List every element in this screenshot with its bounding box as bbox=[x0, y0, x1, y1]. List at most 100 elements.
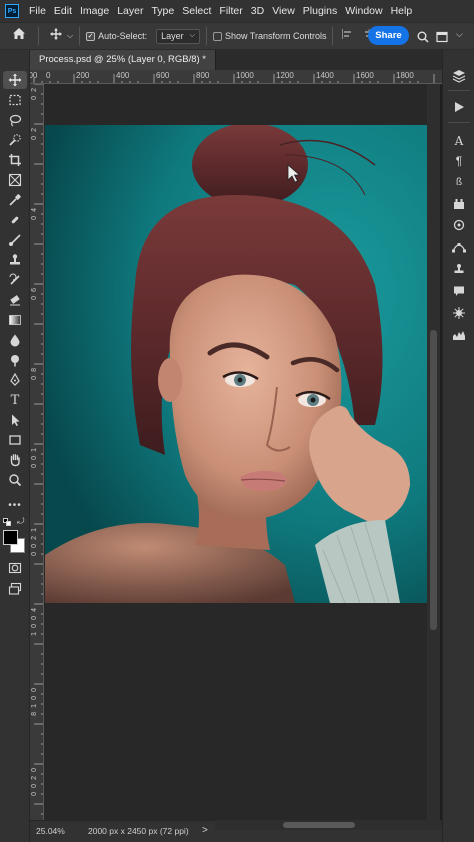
ruler-label: 1 bbox=[31, 448, 38, 452]
default-colors-icon[interactable] bbox=[3, 518, 11, 526]
marquee-tool-icon[interactable] bbox=[3, 91, 27, 109]
type-tool-icon[interactable]: T bbox=[3, 391, 27, 409]
divider bbox=[205, 27, 207, 45]
histogram-icon[interactable] bbox=[448, 326, 470, 344]
character-icon[interactable]: A bbox=[448, 132, 470, 150]
show-transform-controls-label: Show Transform Controls bbox=[224, 31, 327, 41]
screen-mode-icon[interactable] bbox=[3, 580, 27, 598]
menu-image[interactable]: Image bbox=[76, 0, 113, 22]
ruler-label: 400 bbox=[116, 71, 130, 80]
menu-edit[interactable]: Edit bbox=[50, 0, 76, 22]
blur-tool-icon[interactable] bbox=[3, 331, 27, 349]
ruler-label: 4 bbox=[31, 608, 38, 612]
horizontal-ruler[interactable]: 200 0 200 400 600 800 1000 1200 1400 160… bbox=[30, 70, 442, 84]
ruler-label: 8 bbox=[31, 368, 38, 372]
brush-tool-icon[interactable] bbox=[3, 231, 27, 249]
chevron-down-icon[interactable]: ⌵ bbox=[67, 31, 73, 41]
tools-panel: T ••• ⤾ bbox=[0, 50, 30, 842]
menu-window[interactable]: Window bbox=[341, 0, 386, 22]
crop-tool-icon[interactable] bbox=[3, 151, 27, 169]
document-image[interactable] bbox=[45, 125, 427, 603]
menu-view[interactable]: View bbox=[268, 0, 299, 22]
clone-stamp-tool-icon[interactable] bbox=[3, 251, 27, 269]
vertical-ruler[interactable]: 2 0 2 0 4 0 6 0 8 0 1 0 0 1 2 0 0 4 0 0 … bbox=[30, 84, 44, 820]
divider bbox=[79, 27, 81, 45]
ruler-label: 4 bbox=[31, 208, 38, 212]
chevron-down-icon[interactable]: ⌵ bbox=[456, 29, 463, 40]
show-transform-controls-checkbox[interactable] bbox=[212, 31, 222, 41]
glyphs-icon[interactable]: ß bbox=[448, 173, 470, 191]
search-icon[interactable] bbox=[417, 30, 429, 48]
menu-bar: Ps File Edit Image Layer Type Select Fil… bbox=[0, 0, 474, 22]
healing-brush-tool-icon[interactable] bbox=[3, 211, 27, 229]
paragraph-icon[interactable]: ¶ bbox=[448, 152, 470, 170]
menu-file[interactable]: File bbox=[25, 0, 50, 22]
quick-mask-icon[interactable] bbox=[3, 559, 27, 577]
move-tool-options-icon[interactable] bbox=[49, 27, 63, 46]
document-tab[interactable]: Process.psd @ 25% (Layer 0, RGB/8) * bbox=[30, 50, 216, 70]
align-left-icon[interactable] bbox=[341, 27, 353, 45]
properties-icon[interactable] bbox=[448, 195, 470, 213]
play-icon[interactable] bbox=[448, 98, 470, 116]
ruler-label: 0 bbox=[31, 376, 38, 380]
photoshop-logo[interactable]: Ps bbox=[5, 4, 19, 18]
ruler-label: 0 bbox=[31, 296, 38, 300]
dodge-tool-icon[interactable] bbox=[3, 351, 27, 369]
ruler-label: 0 bbox=[31, 216, 38, 220]
menu-plugins[interactable]: Plugins bbox=[299, 0, 341, 22]
pen-tool-icon[interactable] bbox=[3, 371, 27, 389]
paths-icon[interactable] bbox=[448, 238, 470, 256]
ruler-label: 800 bbox=[196, 71, 210, 80]
zoom-level[interactable]: 25.04% bbox=[36, 826, 65, 836]
ruler-label: 2 bbox=[31, 88, 38, 92]
gradient-tool-icon[interactable] bbox=[3, 311, 27, 329]
home-icon[interactable] bbox=[12, 27, 26, 45]
ruler-label: 0 bbox=[31, 688, 38, 692]
canvas-area[interactable] bbox=[44, 84, 427, 820]
3d-icon[interactable] bbox=[448, 216, 470, 234]
menu-3d[interactable]: 3D bbox=[247, 0, 268, 22]
move-tool-icon[interactable] bbox=[3, 71, 27, 89]
status-menu-arrow-icon[interactable]: > bbox=[202, 825, 208, 836]
menu-help[interactable]: Help bbox=[387, 0, 417, 22]
menu-type[interactable]: Type bbox=[147, 0, 178, 22]
auto-select-checkbox[interactable]: ✓ bbox=[86, 31, 96, 41]
ruler-label: 2 bbox=[31, 128, 38, 132]
menu-select[interactable]: Select bbox=[178, 0, 215, 22]
quick-select-tool-icon[interactable] bbox=[3, 131, 27, 149]
ruler-label: 1 bbox=[31, 704, 38, 708]
ruler-label: 1000 bbox=[236, 71, 254, 80]
history-brush-tool-icon[interactable] bbox=[3, 271, 27, 289]
clone-source-icon[interactable] bbox=[448, 260, 470, 278]
ruler-label: 1800 bbox=[396, 71, 414, 80]
ruler-label: 0 bbox=[31, 696, 38, 700]
swap-colors-icon[interactable]: ⤾ bbox=[17, 516, 25, 527]
auto-select-target-dropdown[interactable]: Layer ⌵ bbox=[156, 28, 200, 44]
ruler-label: 0 bbox=[31, 96, 38, 100]
eyedropper-tool-icon[interactable] bbox=[3, 191, 27, 209]
menu-filter[interactable]: Filter bbox=[215, 0, 246, 22]
ruler-label: 1200 bbox=[276, 71, 294, 80]
path-selection-tool-icon[interactable] bbox=[3, 411, 27, 429]
hand-tool-icon[interactable] bbox=[3, 451, 27, 469]
layers-icon[interactable] bbox=[448, 67, 470, 85]
eraser-tool-icon[interactable] bbox=[3, 291, 27, 309]
zoom-tool-icon[interactable] bbox=[3, 471, 27, 489]
vertical-scroll-thumb[interactable] bbox=[430, 330, 437, 630]
comments-icon[interactable] bbox=[448, 282, 470, 300]
horizontal-scrollbar[interactable] bbox=[215, 820, 442, 830]
workspace-icon[interactable] bbox=[436, 30, 448, 48]
lasso-tool-icon[interactable] bbox=[3, 111, 27, 129]
more-tools-icon[interactable]: ••• bbox=[3, 496, 27, 514]
ruler-label: 1600 bbox=[356, 71, 374, 80]
divider bbox=[38, 27, 39, 45]
rectangle-tool-icon[interactable] bbox=[3, 431, 27, 449]
brush-settings-icon[interactable] bbox=[448, 304, 470, 322]
menu-layer[interactable]: Layer bbox=[113, 0, 147, 22]
background-color-swatch[interactable] bbox=[3, 530, 18, 545]
share-button[interactable]: Share bbox=[368, 26, 409, 45]
options-bar: ⌵ ✓ Auto-Select: Layer ⌵ Show Transform … bbox=[0, 22, 474, 50]
vertical-scrollbar[interactable] bbox=[427, 84, 440, 820]
horizontal-scroll-thumb[interactable] bbox=[283, 822, 355, 828]
frame-tool-icon[interactable] bbox=[3, 171, 27, 189]
